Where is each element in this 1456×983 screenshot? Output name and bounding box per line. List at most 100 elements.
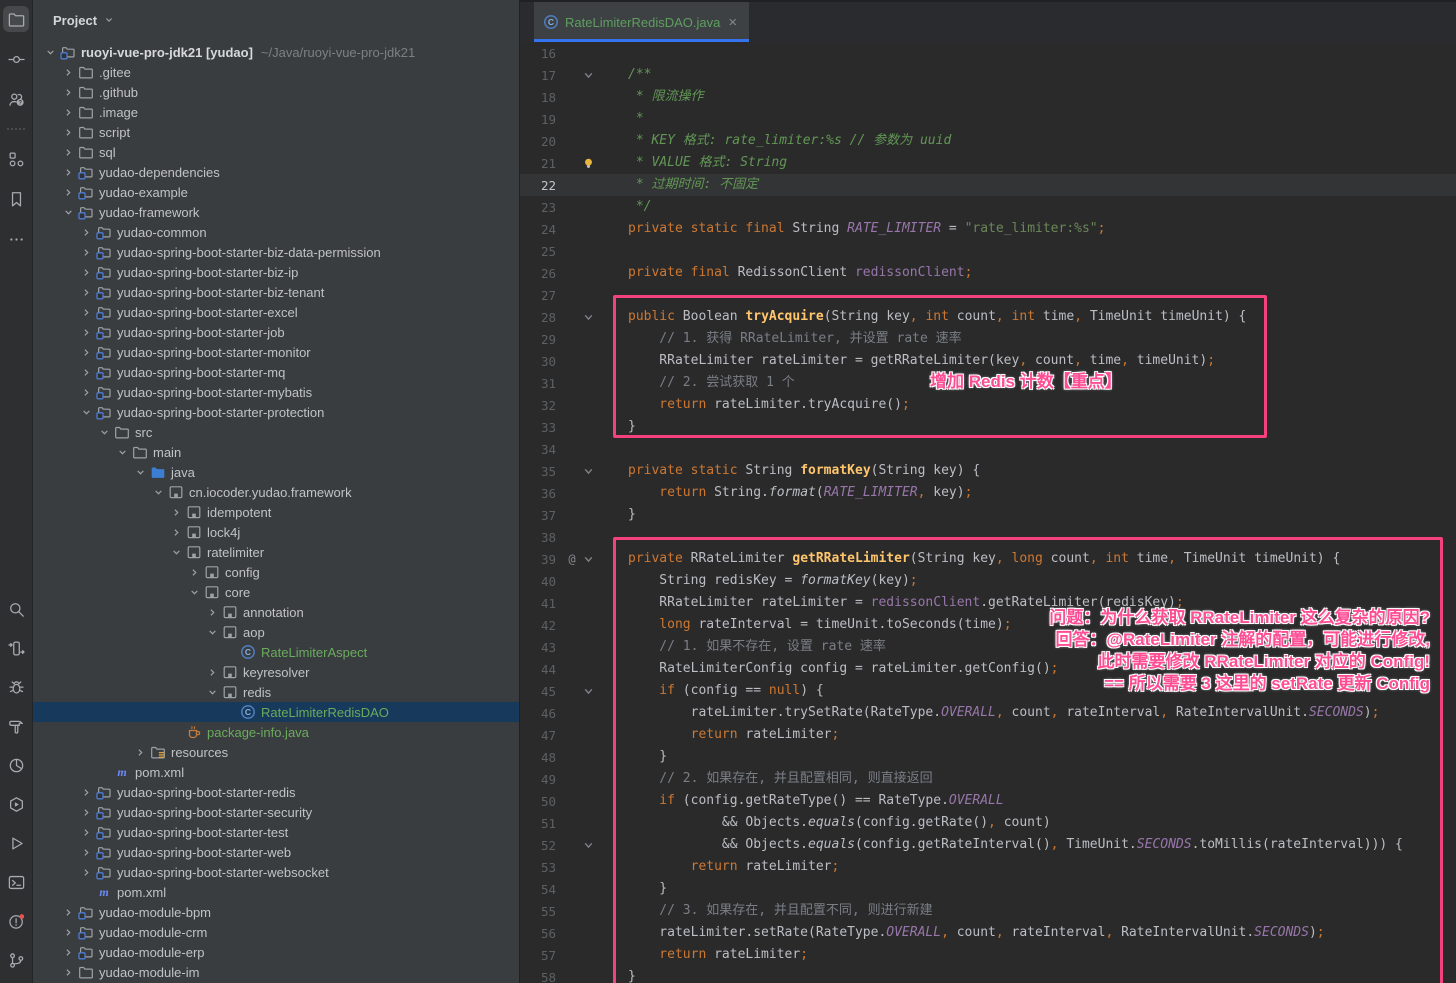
chevron-right-icon[interactable] xyxy=(77,344,95,360)
code-line-18[interactable]: 18 * 限流操作 xyxy=(520,86,1456,108)
tree-item-ratelimiter[interactable]: ratelimiter xyxy=(33,542,519,562)
code-line-34[interactable]: 34 xyxy=(520,438,1456,460)
tree-item-script[interactable]: script xyxy=(33,122,519,142)
chevron-down-icon[interactable] xyxy=(41,44,59,60)
chevron-right-icon[interactable] xyxy=(59,104,77,120)
chevron-right-icon[interactable] xyxy=(77,244,95,260)
more-tool-windows-icon[interactable] xyxy=(3,226,29,252)
tree-item-src[interactable]: src xyxy=(33,422,519,442)
terminal-icon[interactable] xyxy=(3,869,29,895)
chevron-right-icon[interactable] xyxy=(59,964,77,980)
chevron-down-icon[interactable] xyxy=(203,684,221,700)
tree-item-ruoyi-vue-pro-jdk21-yudao-[interactable]: ruoyi-vue-pro-jdk21 [yudao]~/Java/ruoyi-… xyxy=(33,42,519,62)
chevron-right-icon[interactable] xyxy=(203,604,221,620)
chevron-right-icon[interactable] xyxy=(59,184,77,200)
tree-item-pom-xml[interactable]: mpom.xml xyxy=(33,762,519,782)
chevron-right-icon[interactable] xyxy=(77,384,95,400)
tree-item-yudao-spring-boot-starter-mq[interactable]: yudao-spring-boot-starter-mq xyxy=(33,362,519,382)
chevron-right-icon[interactable] xyxy=(59,164,77,180)
code-line-58[interactable]: 58} xyxy=(520,966,1456,983)
tree-item-yudao-spring-boot-starter-protection[interactable]: yudao-spring-boot-starter-protection xyxy=(33,402,519,422)
tree-item-yudao-spring-boot-starter-excel[interactable]: yudao-spring-boot-starter-excel xyxy=(33,302,519,322)
code-line-43[interactable]: 43 // 1. 如果不存在, 设置 rate 速率 xyxy=(520,636,1456,658)
tree-item-ratelimiteraspect[interactable]: CRateLimiterAspect xyxy=(33,642,519,662)
chevron-right-icon[interactable] xyxy=(77,804,95,820)
code-line-20[interactable]: 20 * KEY 格式: rate_limiter:%s // 参数为 uuid xyxy=(520,130,1456,152)
chevron-right-icon[interactable] xyxy=(185,564,203,580)
bookmarks-icon[interactable] xyxy=(3,186,29,212)
chevron-right-icon[interactable] xyxy=(167,524,185,540)
code-line-30[interactable]: 30 RRateLimiter rateLimiter = getRRateLi… xyxy=(520,350,1456,372)
build-icon[interactable] xyxy=(3,713,29,739)
chevron-right-icon[interactable] xyxy=(59,144,77,160)
chevron-down-icon[interactable] xyxy=(95,424,113,440)
tree-item-yudao-spring-boot-starter-redis[interactable]: yudao-spring-boot-starter-redis xyxy=(33,782,519,802)
tree-item-yudao-example[interactable]: yudao-example xyxy=(33,182,519,202)
tree-item-yudao-module-erp[interactable]: yudao-module-erp xyxy=(33,942,519,962)
tree-item-yudao-module-crm[interactable]: yudao-module-crm xyxy=(33,922,519,942)
chevron-down-icon[interactable] xyxy=(185,584,203,600)
fold-chevron-icon[interactable] xyxy=(580,554,596,565)
fold-chevron-icon[interactable] xyxy=(580,686,596,697)
chevron-right-icon[interactable] xyxy=(77,284,95,300)
code-line-32[interactable]: 32 return rateLimiter.tryAcquire(); xyxy=(520,394,1456,416)
code-line-50[interactable]: 50 if (config.getRateType() == RateType.… xyxy=(520,790,1456,812)
code-line-39[interactable]: 39@private RRateLimiter getRRateLimiter(… xyxy=(520,548,1456,570)
code-line-29[interactable]: 29 // 1. 获得 RRateLimiter, 并设置 rate 速率 xyxy=(520,328,1456,350)
tree-item-annotation[interactable]: annotation xyxy=(33,602,519,622)
chevron-right-icon[interactable] xyxy=(203,664,221,680)
chevron-right-icon[interactable] xyxy=(77,324,95,340)
tree-item-yudao-spring-boot-starter-test[interactable]: yudao-spring-boot-starter-test xyxy=(33,822,519,842)
chevron-right-icon[interactable] xyxy=(77,224,95,240)
pull-requests-icon[interactable]: ? xyxy=(3,86,29,112)
version-control-icon[interactable] xyxy=(3,947,29,973)
tree-item-resources[interactable]: resources xyxy=(33,742,519,762)
tree-item-cn-iocoder-yudao-framework[interactable]: cn.iocoder.yudao.framework xyxy=(33,482,519,502)
tree-item--gitee[interactable]: .gitee xyxy=(33,62,519,82)
code-line-38[interactable]: 38 xyxy=(520,526,1456,548)
tree-item-main[interactable]: main xyxy=(33,442,519,462)
tree-item-pom-xml[interactable]: mpom.xml xyxy=(33,882,519,902)
fold-chevron-icon[interactable] xyxy=(580,466,596,477)
tree-item-yudao-spring-boot-starter-job[interactable]: yudao-spring-boot-starter-job xyxy=(33,322,519,342)
chevron-down-icon[interactable] xyxy=(113,444,131,460)
chevron-right-icon[interactable] xyxy=(59,64,77,80)
code-line-22[interactable]: 22 * 过期时间: 不固定 xyxy=(520,174,1456,196)
chevron-right-icon[interactable] xyxy=(77,844,95,860)
tree-item--github[interactable]: .github xyxy=(33,82,519,102)
tree-item-core[interactable]: core xyxy=(33,582,519,602)
code-line-21[interactable]: 21 * VALUE 格式: String xyxy=(520,152,1456,174)
chevron-right-icon[interactable] xyxy=(59,84,77,100)
tree-item-yudao-framework[interactable]: yudao-framework xyxy=(33,202,519,222)
chevron-down-icon[interactable] xyxy=(77,404,95,420)
tree-item-ratelimiterredisdao[interactable]: CRateLimiterRedisDAO xyxy=(33,702,519,722)
chevron-right-icon[interactable] xyxy=(59,924,77,940)
project-folder-icon[interactable] xyxy=(3,6,29,32)
tree-item-config[interactable]: config xyxy=(33,562,519,582)
code-line-33[interactable]: 33} xyxy=(520,416,1456,438)
tree-item-yudao-spring-boot-starter-biz-tenant[interactable]: yudao-spring-boot-starter-biz-tenant xyxy=(33,282,519,302)
chevron-right-icon[interactable] xyxy=(77,784,95,800)
chevron-right-icon[interactable] xyxy=(77,264,95,280)
project-panel-header[interactable]: Project xyxy=(33,0,519,40)
tree-item-yudao-spring-boot-starter-security[interactable]: yudao-spring-boot-starter-security xyxy=(33,802,519,822)
tree-item-yudao-spring-boot-starter-web[interactable]: yudao-spring-boot-starter-web xyxy=(33,842,519,862)
code-editor[interactable]: 1617/**18 * 限流操作19 *20 * KEY 格式: rate_li… xyxy=(520,42,1456,983)
tree-item-yudao-spring-boot-starter-monitor[interactable]: yudao-spring-boot-starter-monitor xyxy=(33,342,519,362)
code-line-55[interactable]: 55 // 3. 如果存在, 并且配置不同, 则进行新建 xyxy=(520,900,1456,922)
chevron-right-icon[interactable] xyxy=(59,944,77,960)
tab-ratelimiterredisdao[interactable]: C RateLimiterRedisDAO.java × xyxy=(534,2,749,42)
intention-bulb-icon[interactable] xyxy=(580,157,596,170)
chevron-down-icon[interactable] xyxy=(149,484,167,500)
code-line-19[interactable]: 19 * xyxy=(520,108,1456,130)
tree-item-java[interactable]: java xyxy=(33,462,519,482)
tree-item-yudao-common[interactable]: yudao-common xyxy=(33,222,519,242)
problems-icon[interactable] xyxy=(3,908,29,934)
chevron-right-icon[interactable] xyxy=(59,904,77,920)
tree-item-yudao-dependencies[interactable]: yudao-dependencies xyxy=(33,162,519,182)
debug-icon[interactable] xyxy=(3,674,29,700)
code-line-36[interactable]: 36 return String.format(RATE_LIMITER, ke… xyxy=(520,482,1456,504)
chevron-right-icon[interactable] xyxy=(77,864,95,880)
services-icon[interactable] xyxy=(3,791,29,817)
close-icon[interactable]: × xyxy=(726,15,739,30)
